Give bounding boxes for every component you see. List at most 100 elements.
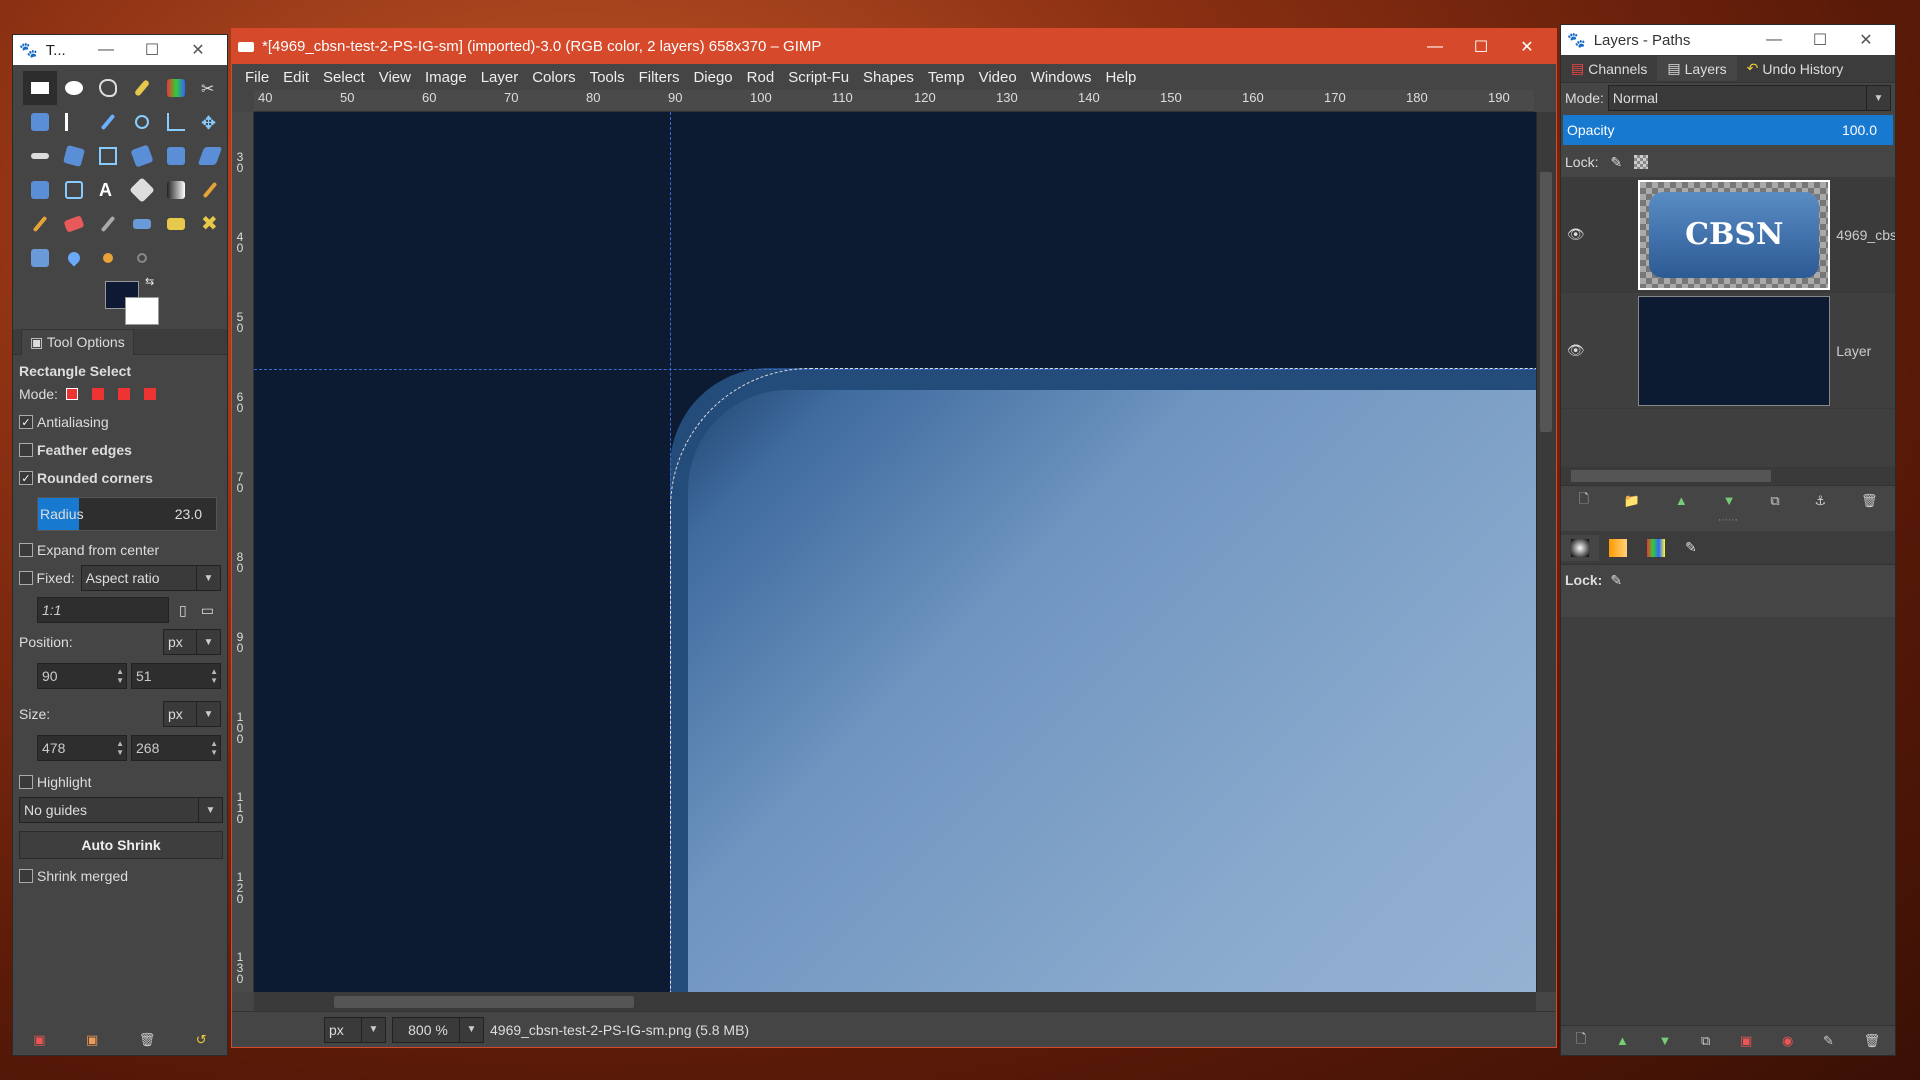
delete-options-icon[interactable]: 🗑 [139, 1032, 156, 1048]
feather-checkbox[interactable] [19, 443, 33, 457]
raise-layer-icon[interactable]: ▲ [1675, 493, 1688, 508]
fixed-combo[interactable]: Aspect ratio ▼ [80, 565, 221, 591]
position-unit-combo[interactable]: px ▼ [163, 629, 221, 655]
size-unit-combo[interactable]: px ▼ [163, 701, 221, 727]
zoom-combo[interactable]: 800 % ▼ [392, 1016, 484, 1043]
position-x-input[interactable]: 90 ▲ ▼ [37, 663, 127, 689]
color-picker-tool[interactable] [91, 105, 125, 139]
measure-tool[interactable] [159, 105, 193, 139]
close-button[interactable]: ✕ [1843, 30, 1889, 50]
menu-rod[interactable]: Rod [740, 69, 782, 86]
expand-row[interactable]: Expand from center [19, 537, 221, 563]
menu-diego[interactable]: Diego [686, 69, 739, 86]
rounded-row[interactable]: ✓ Rounded corners [19, 465, 221, 491]
unit-combo[interactable]: px ▼ [324, 1016, 386, 1043]
scale-tool[interactable] [159, 139, 193, 173]
airbrush-tool[interactable] [91, 207, 125, 241]
menu-select[interactable]: Select [316, 69, 372, 86]
delete-path-icon[interactable]: 🗑 [1864, 1033, 1881, 1049]
image-canvas[interactable] [254, 112, 1536, 992]
save-options-icon[interactable]: ▣ [33, 1032, 45, 1048]
stroke-path-icon[interactable]: ✎ [1823, 1033, 1834, 1049]
background-color[interactable] [125, 297, 159, 325]
bucket-fill-tool[interactable] [125, 173, 159, 207]
tab-brushes[interactable] [1561, 534, 1599, 561]
size-w-input[interactable]: 478 ▲ ▼ [37, 735, 127, 761]
horizontal-scrollbar[interactable] [254, 992, 1536, 1012]
swap-colors-icon[interactable]: ⇆ [145, 275, 154, 288]
menu-file[interactable]: File [238, 69, 276, 86]
reset-options-icon[interactable]: ↺ [196, 1032, 207, 1048]
feather-row[interactable]: Feather edges [19, 437, 221, 463]
layer-mode-combo[interactable]: Normal ▼ [1607, 85, 1891, 111]
pencil-tool[interactable] [193, 173, 227, 207]
antialiasing-checkbox[interactable]: ✓ [19, 415, 33, 429]
menu-colors[interactable]: Colors [525, 69, 582, 86]
dock-separator[interactable]: ⋯⋯ [1561, 515, 1895, 531]
zoom-tool[interactable] [125, 105, 159, 139]
highlight-checkbox[interactable] [19, 775, 33, 789]
paintbrush-tool[interactable] [23, 207, 57, 241]
auto-shrink-button[interactable]: Auto Shrink [19, 831, 223, 859]
maximize-button[interactable]: ☐ [1458, 37, 1504, 57]
horizontal-scroll-thumb[interactable] [334, 996, 634, 1008]
mode-add-icon[interactable] [91, 388, 104, 400]
position-y-input[interactable]: 51 ▲ ▼ [131, 663, 221, 689]
new-path-icon[interactable]: 🗋 [1576, 1030, 1586, 1052]
restore-options-icon[interactable]: ▣ [86, 1032, 98, 1048]
mode-replace-icon[interactable] [65, 388, 78, 400]
tab-tool-options[interactable]: ▣ Tool Options [21, 328, 134, 355]
antialiasing-row[interactable]: ✓ Antialiasing [19, 409, 221, 435]
crop-tool[interactable] [91, 139, 125, 173]
blur-tool[interactable] [57, 241, 91, 275]
layer-row[interactable]: 👁 Layer [1561, 293, 1895, 409]
tab-paths[interactable]: ✎ [1675, 535, 1707, 560]
transform-tool[interactable] [57, 139, 91, 173]
heal-tool[interactable]: ✖ [193, 207, 227, 241]
raise-path-icon[interactable]: ▲ [1616, 1033, 1629, 1048]
eye-icon[interactable]: 👁 [1561, 226, 1590, 243]
shrink-merged-checkbox[interactable] [19, 869, 33, 883]
ellipse-select-tool[interactable] [57, 71, 91, 105]
menu-video[interactable]: Video [972, 69, 1024, 86]
free-select-tool[interactable] [91, 71, 125, 105]
mode-subtract-icon[interactable] [117, 388, 130, 400]
layer-list-hscroll[interactable] [1561, 467, 1895, 485]
duplicate-path-icon[interactable]: ⧉ [1701, 1033, 1710, 1049]
menu-scriptfu[interactable]: Script-Fu [781, 69, 856, 86]
menu-image[interactable]: Image [418, 69, 474, 86]
menu-windows[interactable]: Windows [1024, 69, 1099, 86]
text-tool[interactable]: A [91, 173, 125, 207]
dodge-burn-tool[interactable] [125, 241, 159, 275]
vertical-scrollbar[interactable] [1536, 112, 1556, 992]
flip-tool[interactable] [23, 173, 57, 207]
clone-tool[interactable] [159, 207, 193, 241]
minimize-button[interactable]: — [83, 41, 129, 59]
menu-layer[interactable]: Layer [474, 69, 526, 86]
maximize-button[interactable]: ☐ [1797, 30, 1843, 50]
new-group-icon[interactable]: 📁 [1624, 493, 1640, 509]
menu-shapes[interactable]: Shapes [856, 69, 921, 86]
eraser-tool[interactable] [57, 207, 91, 241]
tab-layers[interactable]: ▤ Layers [1657, 56, 1737, 81]
shrink-merged-row[interactable]: Shrink merged [19, 863, 221, 889]
duplicate-layer-icon[interactable]: ⧉ [1770, 493, 1779, 509]
menu-view[interactable]: View [372, 69, 418, 86]
new-layer-icon[interactable]: 🗋 [1578, 490, 1588, 512]
fuzzy-select-tool[interactable] [125, 71, 159, 105]
lock-path-icon[interactable]: ✎ [1610, 572, 1622, 589]
expand-checkbox[interactable] [19, 543, 33, 557]
lock-pixels-icon[interactable]: ✎ [1610, 154, 1622, 171]
rotate-tool[interactable] [125, 139, 159, 173]
tab-channels[interactable]: ▤ Channels [1561, 56, 1657, 81]
guides-combo[interactable]: No guides ▼ [19, 797, 223, 823]
minimize-button[interactable]: — [1412, 38, 1458, 56]
menu-filters[interactable]: Filters [632, 69, 687, 86]
tab-undo-history[interactable]: ↶ Undo History [1737, 56, 1854, 81]
mode-intersect-icon[interactable] [143, 388, 156, 400]
color-swatches[interactable]: ⇆ [95, 275, 227, 329]
lower-layer-icon[interactable]: ▼ [1723, 493, 1736, 508]
menu-tools[interactable]: Tools [583, 69, 632, 86]
foreground-select-tool[interactable] [23, 105, 57, 139]
radius-slider[interactable]: Radius 23.0 [37, 497, 217, 531]
